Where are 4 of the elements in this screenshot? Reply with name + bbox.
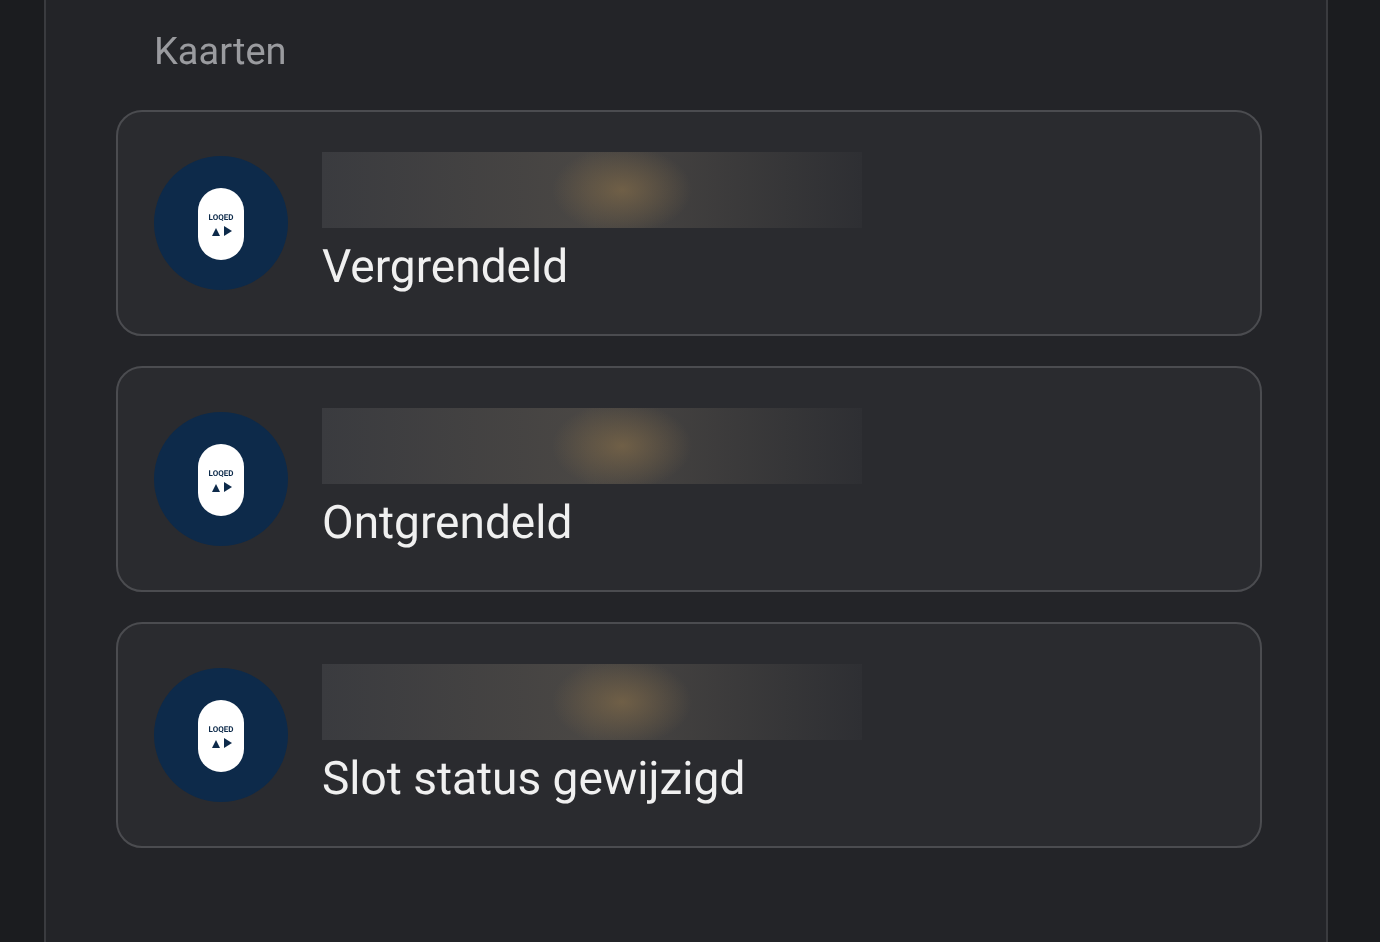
card-message: Slot status gewijzigd	[322, 751, 748, 807]
section-title: Kaarten	[152, 26, 289, 78]
card-message: Ontgrendeld	[322, 495, 575, 551]
card-message: Vergrendeld	[322, 239, 571, 295]
